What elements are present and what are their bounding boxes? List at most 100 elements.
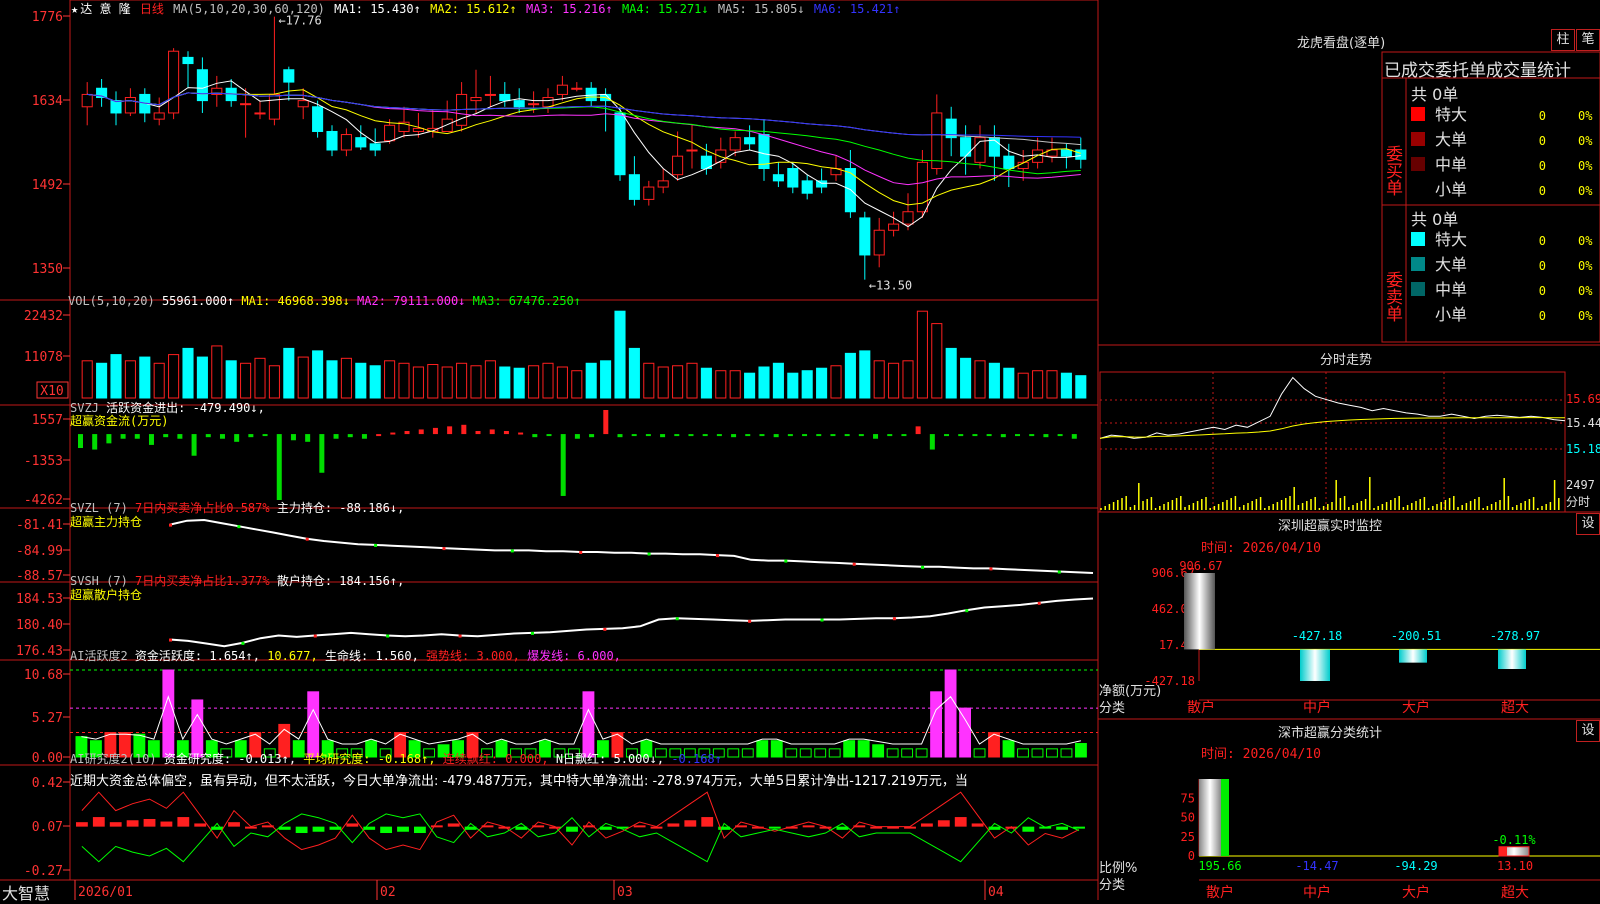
svsh-title: 超赢散户持仓 <box>70 588 143 602</box>
ss-bottom-val: -14.47 <box>1295 859 1338 873</box>
ss-top-label: -0.11% <box>1492 833 1536 847</box>
sz-bar <box>1498 649 1526 669</box>
buy-row-name: 大单 <box>1435 130 1467 149</box>
stock-name: 达 意 隆 <box>80 2 131 16</box>
ss-tick: 25 <box>1181 830 1195 844</box>
intraday-tick: 15.44 <box>1566 416 1600 430</box>
ai2-continuous-red: 连续飘红: 0.000, <box>442 752 549 766</box>
ss-cat: 散户 <box>1206 884 1234 900</box>
sell-row-swatch <box>1411 232 1425 246</box>
sz-cat: 超大 <box>1501 700 1529 716</box>
ss-bar-green <box>1221 779 1229 856</box>
ai1-header: AI活跃度2 资金活跃度: 1.654↑, 10.677, 生命线: 1.560… <box>70 647 621 664</box>
sz-bar <box>1399 649 1427 663</box>
vol-value: 55961.000↑ <box>161 294 235 308</box>
buy-row-value: 0 <box>1539 184 1546 198</box>
buy-total: 共 0单 <box>1411 85 1459 104</box>
sz-settings-button[interactable]: 设 <box>1576 513 1600 535</box>
brand-logo: 大智慧 <box>2 884 51 903</box>
sz-monitor-title: 深圳超赢实时监控 <box>1278 519 1383 534</box>
ma6-value: MA6: 15.421↑ <box>813 2 901 16</box>
sz-cat: 散户 <box>1187 699 1215 716</box>
vol-ma2: MA2: 79111.000↓ <box>357 294 466 308</box>
buy-row-name: 中单 <box>1435 155 1467 174</box>
sell-row-swatch <box>1411 307 1425 321</box>
buy-row-value: 0 <box>1539 159 1546 173</box>
sell-side-label: 委卖单 <box>1382 270 1402 322</box>
ma3-value: MA3: 15.216↑ <box>526 2 613 16</box>
sz-xlabel: 分类 <box>1099 701 1126 716</box>
vol-header: VOL(5,10,20) 55961.000↑ MA1: 46968.398↓ … <box>68 294 581 308</box>
favorite-star-icon[interactable]: ★ <box>71 2 78 16</box>
ss-bottom-val: -94.29 <box>1394 859 1437 873</box>
sz-bar-label: -427.18 <box>1292 629 1343 643</box>
buy-row-swatch <box>1411 107 1425 121</box>
ai2-avg: 平均研究度: -0.168↑, <box>303 752 436 766</box>
ai2-research: 资金研究度: -0.013↑, <box>163 752 297 766</box>
sell-row-name: 中单 <box>1435 280 1467 299</box>
buy-row-pct: 0% <box>1578 134 1593 148</box>
vol-ma3: MA3: 67476.250↑ <box>472 294 582 308</box>
buy-row-name: 特大 <box>1435 105 1467 124</box>
ss-xlabel: 分类 <box>1099 878 1126 893</box>
bar-view-button[interactable]: 柱 <box>1551 29 1575 51</box>
sz-bar-label: -200.51 <box>1391 629 1442 643</box>
ma2-value: MA2: 15.612↑ <box>430 2 517 16</box>
tick-view-button[interactable]: 笔 <box>1576 29 1600 51</box>
sz-bar <box>1300 649 1330 681</box>
svzj-title: 超赢资金流(万元) <box>70 414 169 428</box>
buy-row-pct: 0% <box>1578 184 1593 198</box>
sell-row-name: 大单 <box>1435 255 1467 274</box>
ai1-burst-line: 爆发线: 6.000, <box>527 649 621 663</box>
buy-row-pct: 0% <box>1578 109 1593 123</box>
buy-row-swatch <box>1411 132 1425 146</box>
vol-label: VOL(5,10,20) <box>68 294 155 308</box>
intraday-frame <box>1099 371 1566 513</box>
buy-row-pct: 0% <box>1578 159 1593 173</box>
svsh-value: 散户持仓: 184.156↑, <box>276 574 405 588</box>
ai2-n-red: N日飘红: 5.000↓, <box>555 752 665 766</box>
sell-row-value: 0 <box>1539 284 1546 298</box>
ai1-strong-line: 强势线: 3.000, <box>426 649 520 663</box>
sell-row-pct: 0% <box>1578 259 1593 273</box>
intraday-title: 分时走势 <box>1320 353 1373 368</box>
sell-row-pct: 0% <box>1578 234 1593 248</box>
ss-tick: 50 <box>1181 811 1195 825</box>
buy-row-value: 0 <box>1539 109 1546 123</box>
ss-tick: 75 <box>1181 791 1195 805</box>
period-label[interactable]: 日线 <box>140 2 164 16</box>
sell-row-name: 小单 <box>1435 305 1467 324</box>
ss-bar-white <box>1199 779 1221 856</box>
sell-row-value: 0 <box>1539 234 1546 248</box>
buy-row-value: 0 <box>1539 134 1546 148</box>
ai1-lifeline: 生命线: 1.560, <box>325 649 419 663</box>
sell-row-pct: 0% <box>1578 284 1593 298</box>
svzl-title: 超赢主力持仓 <box>70 515 143 529</box>
longhu-title: 龙虎看盘(逐单) <box>1297 36 1386 51</box>
intraday-tick: 15.69 <box>1566 392 1600 406</box>
ai2-comment: 近期大资金总体偏空，虽有异动，但不太活跃，今日大单净流出: -479.487万元… <box>70 774 968 789</box>
ss-bottom-val: 13.10 <box>1497 859 1533 873</box>
buy-row-swatch <box>1411 157 1425 171</box>
ss-tick: 0 <box>1188 849 1195 863</box>
ai2-header: AI研究度2(10) 资金研究度: -0.013↑, 平均研究度: -0.168… <box>70 750 722 767</box>
ai2-label: AI研究度2(10) <box>70 752 157 766</box>
ss-cat: 中户 <box>1303 884 1331 900</box>
sell-row-pct: 0% <box>1578 309 1593 323</box>
ss-stats-title: 深市超赢分类统计 <box>1278 726 1383 741</box>
svzl-value: 主力持仓: -88.186↓, <box>276 501 405 515</box>
ma-params: MA(5,10,20,30,60,120) <box>173 2 325 16</box>
ai1-label: AI活跃度2 <box>70 649 128 663</box>
intraday-vol-max: 2497 <box>1566 478 1595 492</box>
sz-bar <box>1184 573 1215 650</box>
intraday-price-line <box>1099 376 1566 439</box>
sell-row-swatch <box>1411 257 1425 271</box>
ss-cat: 超大 <box>1501 885 1529 900</box>
ss-settings-button[interactable]: 设 <box>1576 720 1600 742</box>
sz-bar-label: -278.97 <box>1490 629 1541 643</box>
ma1-value: MA1: 15.430↑ <box>334 2 421 16</box>
ma5-value: MA5: 15.805↓ <box>717 2 805 16</box>
ss-time: 时间: 2026/04/10 <box>1201 747 1321 762</box>
ai1-max: 10.677, <box>267 649 318 663</box>
ai2-extra: -0.168↑ <box>671 752 722 766</box>
